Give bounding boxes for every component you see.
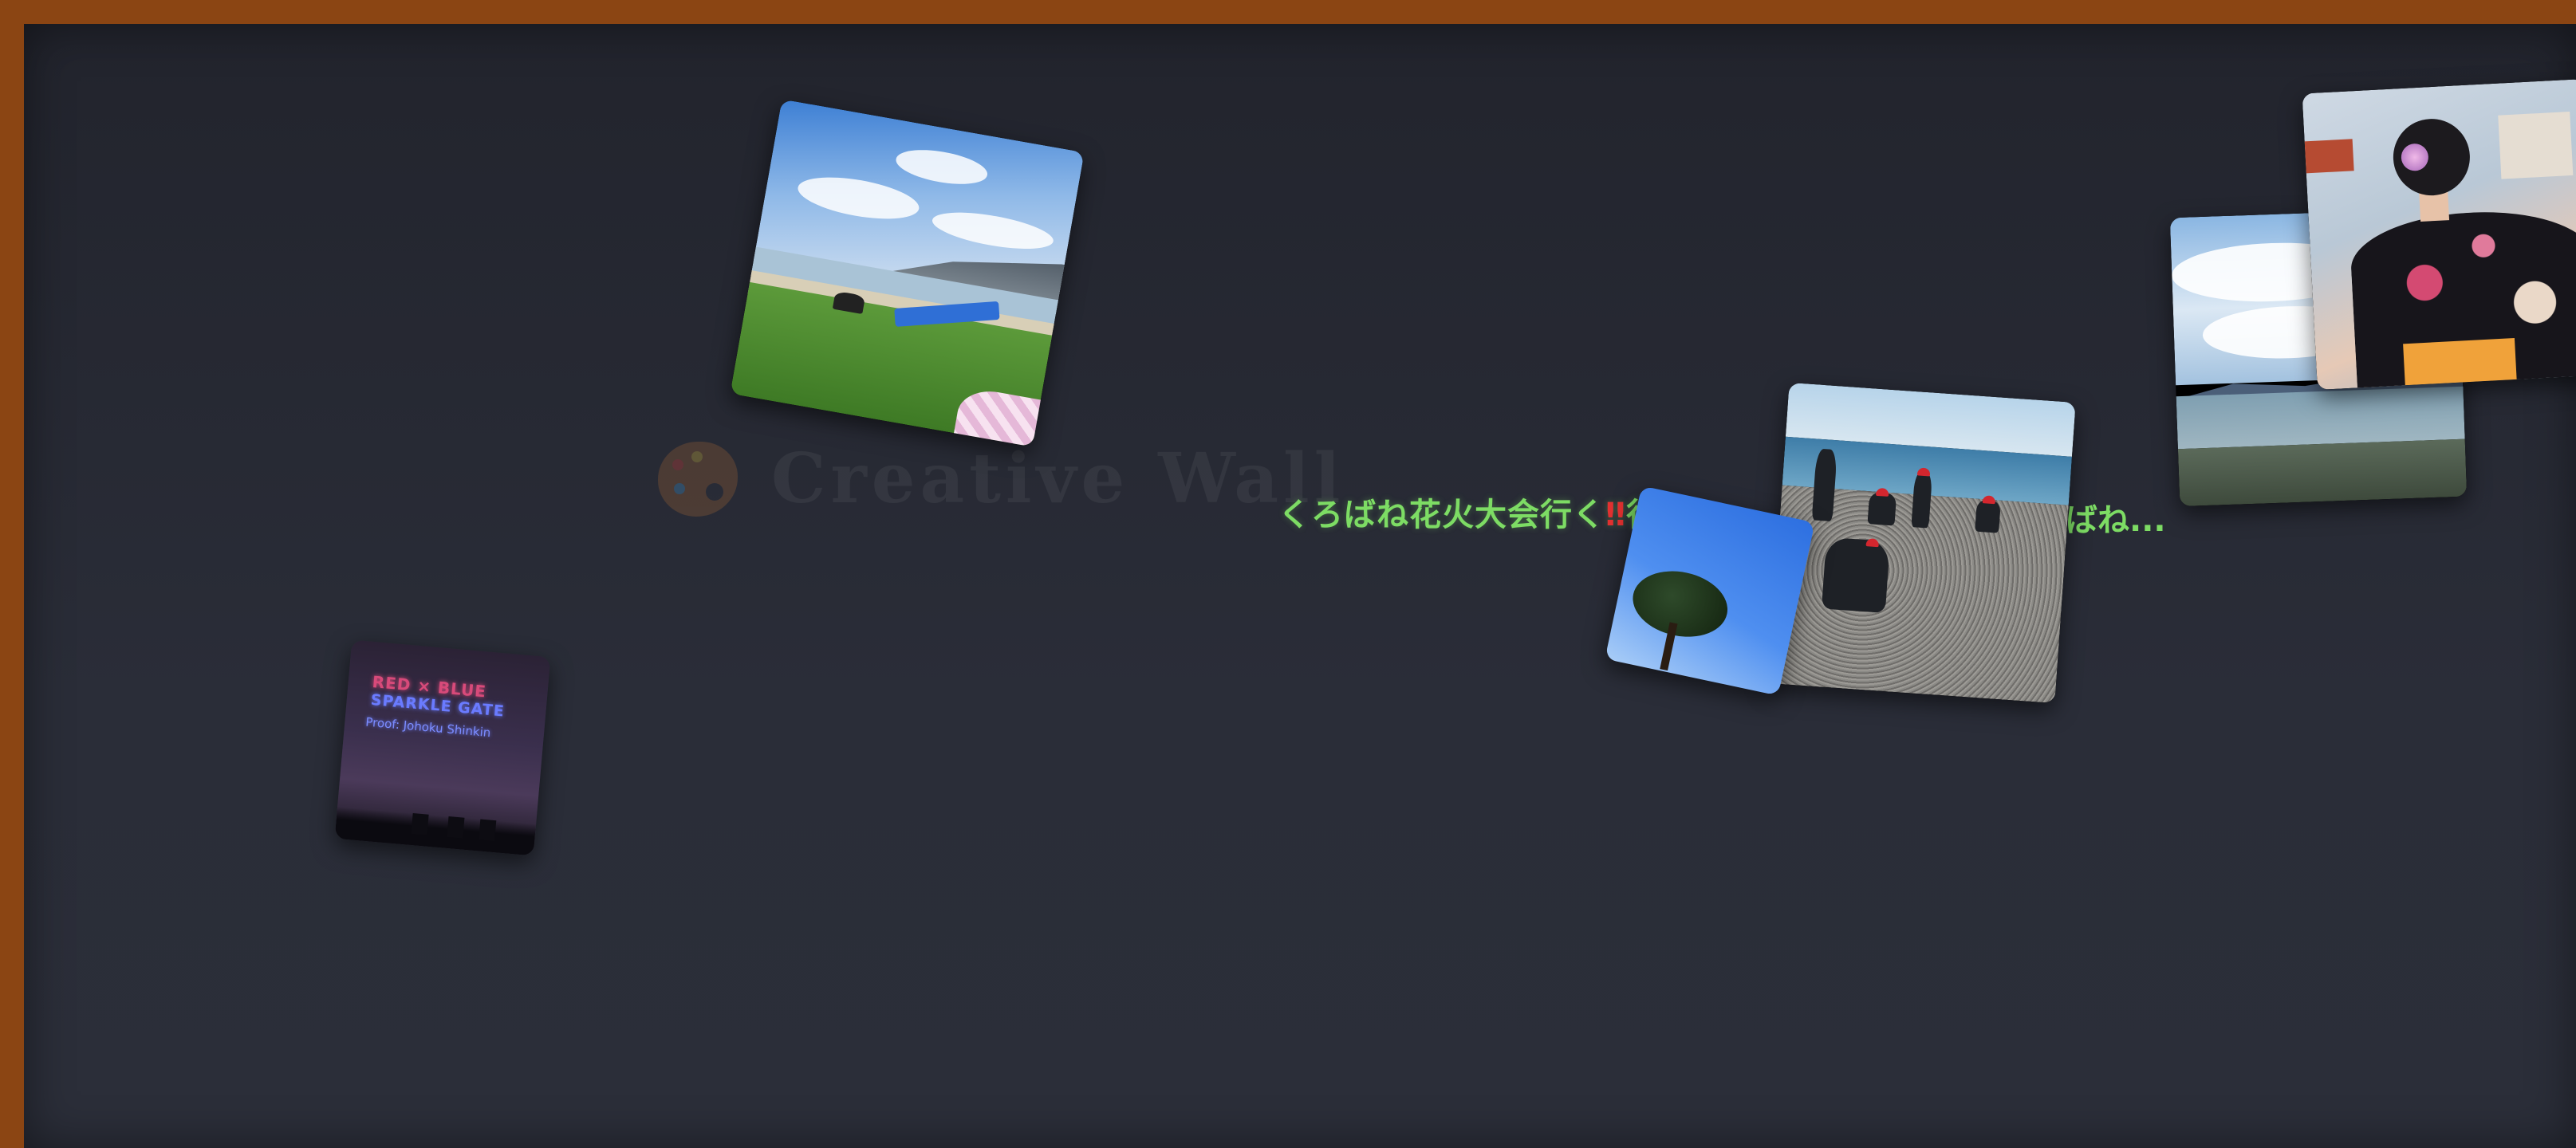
photo-card-drone-show[interactable]: RED × BLUE SPARKLE GATE Proof: Johoku Sh… xyxy=(334,639,551,856)
creative-wall-canvas: Creative Wall RED × BLUE SPARKLE GATE Pr… xyxy=(24,24,2576,1148)
palette-icon xyxy=(658,441,738,517)
photo-card-blue-sky-tree[interactable] xyxy=(1605,486,1815,696)
caption-text-start: くろばね花火大会行く xyxy=(1278,497,1605,533)
photo-card-seaside-picnic[interactable] xyxy=(730,99,1085,447)
wall-title-watermark: Creative Wall xyxy=(658,438,1345,519)
photo-caption: くろばね花火大会行く‼行き xyxy=(1278,489,1692,535)
caption-text-end: ばね... xyxy=(2066,502,2166,539)
caption-exclaim: ‼ xyxy=(1605,497,1627,533)
wall-title-text: Creative Wall xyxy=(771,438,1345,519)
drone-text-line-3: Proof: Johoku Shinkin xyxy=(364,714,492,741)
photo-card-beach-group[interactable] xyxy=(1768,382,2076,704)
photo-card-yukata[interactable] xyxy=(2302,78,2576,391)
